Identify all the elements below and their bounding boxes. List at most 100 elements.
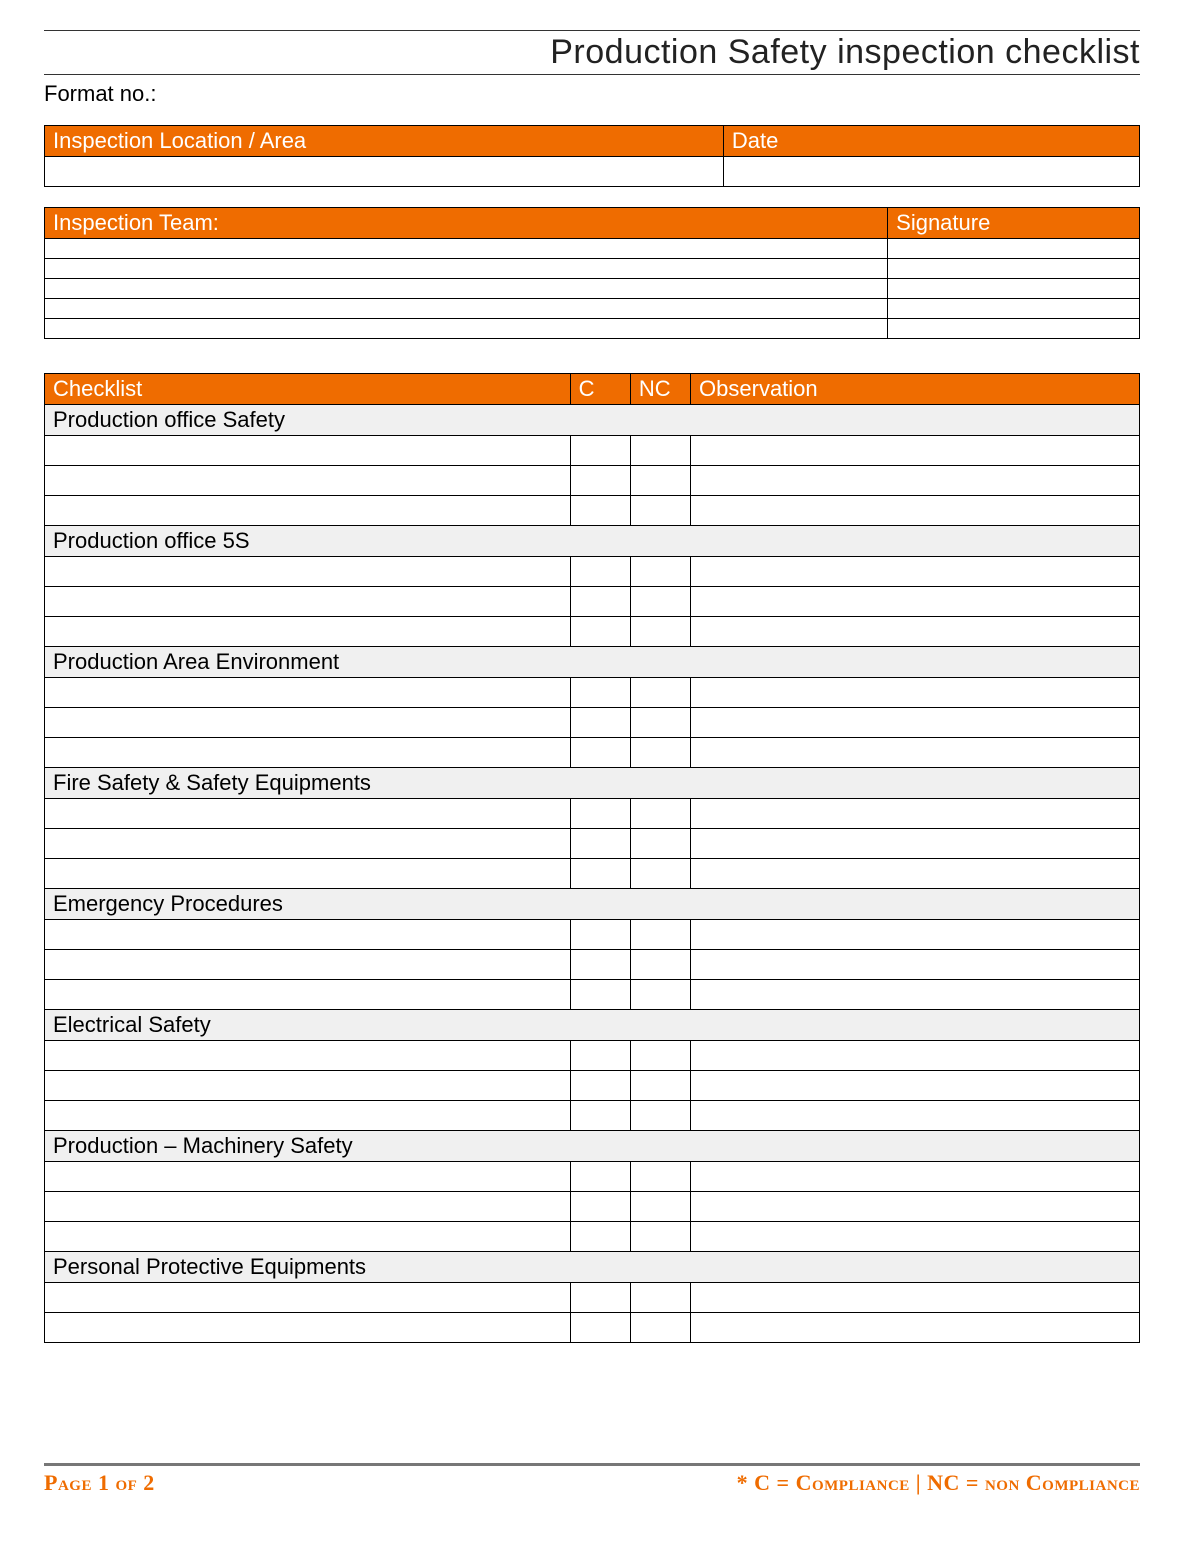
team-signature-field[interactable]	[888, 279, 1140, 299]
team-name-field[interactable]	[45, 319, 888, 339]
observation-field[interactable]	[691, 617, 1140, 647]
checklist-item-field[interactable]	[45, 799, 571, 829]
team-signature-field[interactable]	[888, 259, 1140, 279]
checklist-item-field[interactable]	[45, 1041, 571, 1071]
observation-field[interactable]	[691, 980, 1140, 1010]
compliance-field[interactable]	[570, 557, 630, 587]
noncompliance-field[interactable]	[630, 587, 690, 617]
checklist-item-field[interactable]	[45, 1313, 571, 1343]
checklist-item-field[interactable]	[45, 436, 571, 466]
observation-field[interactable]	[691, 1283, 1140, 1313]
checklist-item-field[interactable]	[45, 829, 571, 859]
checklist-item-field[interactable]	[45, 678, 571, 708]
noncompliance-field[interactable]	[630, 1313, 690, 1343]
compliance-field[interactable]	[570, 1313, 630, 1343]
noncompliance-field[interactable]	[630, 1162, 690, 1192]
checklist-item-field[interactable]	[45, 980, 571, 1010]
noncompliance-field[interactable]	[630, 859, 690, 889]
team-name-field[interactable]	[45, 239, 888, 259]
observation-field[interactable]	[691, 1222, 1140, 1252]
compliance-field[interactable]	[570, 829, 630, 859]
checklist-item-field[interactable]	[45, 950, 571, 980]
observation-field[interactable]	[691, 920, 1140, 950]
compliance-field[interactable]	[570, 1283, 630, 1313]
compliance-field[interactable]	[570, 1192, 630, 1222]
noncompliance-field[interactable]	[630, 1071, 690, 1101]
noncompliance-field[interactable]	[630, 617, 690, 647]
compliance-field[interactable]	[570, 1162, 630, 1192]
noncompliance-field[interactable]	[630, 980, 690, 1010]
noncompliance-field[interactable]	[630, 1192, 690, 1222]
checklist-item-field[interactable]	[45, 587, 571, 617]
noncompliance-field[interactable]	[630, 708, 690, 738]
observation-field[interactable]	[691, 557, 1140, 587]
checklist-item-field[interactable]	[45, 1283, 571, 1313]
checklist-item-field[interactable]	[45, 859, 571, 889]
checklist-item-field[interactable]	[45, 617, 571, 647]
compliance-field[interactable]	[570, 738, 630, 768]
noncompliance-field[interactable]	[630, 920, 690, 950]
compliance-field[interactable]	[570, 799, 630, 829]
observation-field[interactable]	[691, 678, 1140, 708]
compliance-field[interactable]	[570, 1101, 630, 1131]
observation-field[interactable]	[691, 496, 1140, 526]
compliance-field[interactable]	[570, 496, 630, 526]
checklist-item-field[interactable]	[45, 1071, 571, 1101]
team-signature-field[interactable]	[888, 319, 1140, 339]
noncompliance-field[interactable]	[630, 1283, 690, 1313]
checklist-item-field[interactable]	[45, 1101, 571, 1131]
compliance-field[interactable]	[570, 466, 630, 496]
team-name-field[interactable]	[45, 259, 888, 279]
observation-field[interactable]	[691, 1192, 1140, 1222]
compliance-field[interactable]	[570, 678, 630, 708]
observation-field[interactable]	[691, 799, 1140, 829]
observation-field[interactable]	[691, 587, 1140, 617]
noncompliance-field[interactable]	[630, 436, 690, 466]
checklist-item-field[interactable]	[45, 557, 571, 587]
noncompliance-field[interactable]	[630, 678, 690, 708]
checklist-item-field[interactable]	[45, 1162, 571, 1192]
compliance-field[interactable]	[570, 920, 630, 950]
noncompliance-field[interactable]	[630, 950, 690, 980]
checklist-item-field[interactable]	[45, 708, 571, 738]
team-name-field[interactable]	[45, 279, 888, 299]
observation-field[interactable]	[691, 466, 1140, 496]
checklist-item-field[interactable]	[45, 1222, 571, 1252]
team-name-field[interactable]	[45, 299, 888, 319]
checklist-item-field[interactable]	[45, 1192, 571, 1222]
compliance-field[interactable]	[570, 859, 630, 889]
observation-field[interactable]	[691, 1313, 1140, 1343]
noncompliance-field[interactable]	[630, 738, 690, 768]
compliance-field[interactable]	[570, 708, 630, 738]
observation-field[interactable]	[691, 1101, 1140, 1131]
checklist-item-field[interactable]	[45, 496, 571, 526]
noncompliance-field[interactable]	[630, 466, 690, 496]
compliance-field[interactable]	[570, 587, 630, 617]
observation-field[interactable]	[691, 859, 1140, 889]
noncompliance-field[interactable]	[630, 557, 690, 587]
noncompliance-field[interactable]	[630, 829, 690, 859]
observation-field[interactable]	[691, 950, 1140, 980]
compliance-field[interactable]	[570, 1222, 630, 1252]
team-signature-field[interactable]	[888, 239, 1140, 259]
noncompliance-field[interactable]	[630, 799, 690, 829]
noncompliance-field[interactable]	[630, 1222, 690, 1252]
noncompliance-field[interactable]	[630, 496, 690, 526]
noncompliance-field[interactable]	[630, 1101, 690, 1131]
compliance-field[interactable]	[570, 980, 630, 1010]
observation-field[interactable]	[691, 1041, 1140, 1071]
compliance-field[interactable]	[570, 1071, 630, 1101]
observation-field[interactable]	[691, 436, 1140, 466]
checklist-item-field[interactable]	[45, 920, 571, 950]
observation-field[interactable]	[691, 829, 1140, 859]
location-field[interactable]	[45, 157, 724, 187]
compliance-field[interactable]	[570, 950, 630, 980]
checklist-item-field[interactable]	[45, 738, 571, 768]
noncompliance-field[interactable]	[630, 1041, 690, 1071]
compliance-field[interactable]	[570, 617, 630, 647]
observation-field[interactable]	[691, 738, 1140, 768]
observation-field[interactable]	[691, 1162, 1140, 1192]
team-signature-field[interactable]	[888, 299, 1140, 319]
observation-field[interactable]	[691, 708, 1140, 738]
compliance-field[interactable]	[570, 1041, 630, 1071]
